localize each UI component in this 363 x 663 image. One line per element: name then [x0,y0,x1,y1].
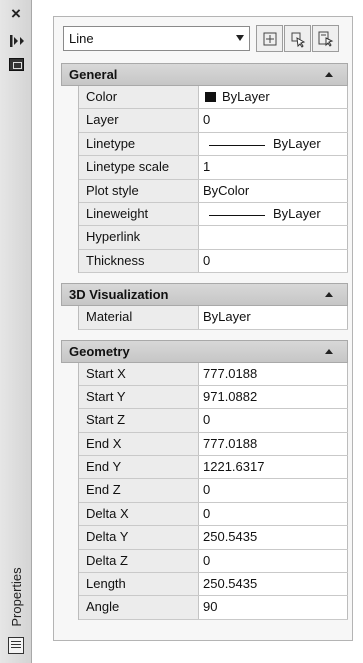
property-label: Start X [79,362,199,385]
property-row-end-z[interactable]: End Z 0 [79,479,348,503]
palette-titlebar: × Properties [0,0,32,663]
property-label: Lineweight [79,202,199,226]
select-objects-icon [291,32,305,48]
autohide-icon[interactable] [9,34,25,48]
property-label: Delta Y [79,526,199,549]
section-general-rows: Color ByLayer Layer 0 Linetype ByLayer L… [78,86,348,274]
property-row-color[interactable]: Color ByLayer [79,86,348,110]
property-value[interactable]: ByLayer [199,86,348,109]
property-row-layer[interactable]: Layer 0 [79,109,348,133]
quick-select-button[interactable] [312,25,339,52]
property-value[interactable]: ByLayer [199,306,348,329]
property-row-thickness[interactable]: Thickness 0 [79,249,348,274]
collapse-icon[interactable] [325,348,333,354]
section-3d-visualization-header[interactable]: 3D Visualization [61,283,348,307]
property-row-delta-y[interactable]: Delta Y 250.5435 [79,526,348,550]
collapse-icon[interactable] [325,292,333,298]
property-row-start-z[interactable]: Start Z 0 [79,409,348,433]
property-value[interactable]: 250.5435 [199,526,348,549]
property-value-text: ByLayer [273,135,321,151]
property-value[interactable]: 0 [199,479,348,502]
property-row-lineweight[interactable]: Lineweight ByLayer [79,202,348,227]
property-row-linetype-scale[interactable]: Linetype scale 1 [79,156,348,180]
property-row-end-y[interactable]: End Y 1221.6317 [79,456,348,480]
object-type-value: Line [69,31,94,46]
property-value[interactable]: 777.0188 [199,362,348,385]
property-row-start-x[interactable]: Start X 777.0188 [79,362,348,386]
property-row-plot-style[interactable]: Plot style ByColor [79,179,348,203]
section-title: Geometry [69,343,130,359]
property-value[interactable]: 0 [199,502,348,526]
property-row-material[interactable]: Material ByLayer [79,306,348,330]
property-label: Color [79,86,199,109]
close-icon[interactable]: × [11,5,21,22]
property-label: End X [79,432,199,456]
chevron-down-icon[interactable] [236,35,244,41]
property-label: Angle [79,596,199,619]
property-value[interactable]: 777.0188 [199,432,348,456]
property-value[interactable]: 971.0882 [199,385,348,409]
property-value[interactable]: 1221.6317 [199,456,348,479]
linetype-sample [209,144,265,146]
property-value[interactable]: 0 [199,109,348,132]
property-row-delta-z[interactable]: Delta Z 0 [79,549,348,574]
section-geometry-rows: Start X 777.0188 Start Y 971.0882 Start … [78,362,348,620]
property-label: Material [79,306,199,329]
property-value[interactable]: 0 [199,249,348,273]
section-geometry-header[interactable]: Geometry [61,339,348,363]
property-label: End Y [79,456,199,479]
property-label: Layer [79,109,199,132]
property-value[interactable]: 0 [199,409,348,432]
section-3d-visualization-rows: Material ByLayer [78,306,348,330]
toggle-pickadd-button[interactable] [256,25,283,52]
property-label: Length [79,573,199,596]
property-label: Delta X [79,502,199,526]
property-value[interactable]: ByLayer [199,132,348,156]
property-label: Hyperlink [79,226,199,249]
property-label: Delta Z [79,549,199,573]
properties-panel: Line General Color ByLayer Layer 0 Linet… [53,16,353,641]
property-label: Plot style [79,179,199,202]
property-row-end-x[interactable]: End X 777.0188 [79,432,348,457]
property-value[interactable]: ByLayer [199,202,348,226]
property-label: Thickness [79,249,199,273]
property-value[interactable]: 90 [199,596,348,619]
object-type-dropdown[interactable]: Line [63,26,250,51]
property-label: Linetype [79,132,199,156]
lineweight-sample [209,214,265,216]
property-row-linetype[interactable]: Linetype ByLayer [79,132,348,157]
property-row-length[interactable]: Length 250.5435 [79,573,348,597]
menu-icon[interactable] [9,58,24,71]
toggle-pickadd-icon [263,32,276,45]
palette-title: Properties [9,567,24,627]
property-row-delta-x[interactable]: Delta X 0 [79,502,348,527]
property-value[interactable]: 1 [199,156,348,179]
quick-select-icon [318,31,333,47]
property-value[interactable] [199,226,348,249]
property-row-angle[interactable]: Angle 90 [79,596,348,620]
property-value[interactable]: ByColor [199,179,348,202]
property-label: Linetype scale [79,156,199,179]
section-general-header[interactable]: General [61,63,348,86]
property-value-text: ByLayer [222,89,270,104]
property-label: Start Z [79,409,199,432]
collapse-icon[interactable] [325,72,333,77]
section-title: 3D Visualization [69,287,169,303]
properties-icon[interactable] [8,637,24,654]
property-value[interactable]: 0 [199,549,348,573]
property-value[interactable]: 250.5435 [199,573,348,596]
property-row-hyperlink[interactable]: Hyperlink [79,226,348,250]
section-title: General [69,67,118,82]
color-swatch [205,92,216,102]
property-grid: General Color ByLayer Layer 0 Linetype B… [61,63,348,620]
select-objects-button[interactable] [284,25,311,52]
property-value-text: ByLayer [273,205,321,221]
property-label: End Z [79,479,199,502]
property-label: Start Y [79,385,199,409]
property-row-start-y[interactable]: Start Y 971.0882 [79,385,348,410]
